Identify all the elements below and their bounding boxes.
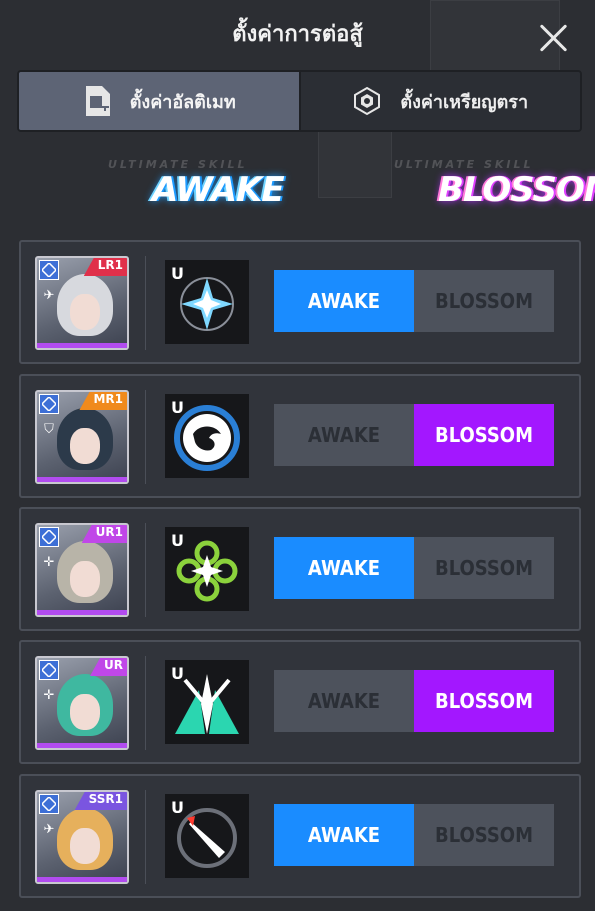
crosshair-icon: ✛ xyxy=(43,555,55,570)
clover-star-icon: U xyxy=(165,527,249,611)
element-icon xyxy=(39,794,59,814)
tab-badge-settings[interactable]: ตั้งค่าเหรียญตรา xyxy=(298,72,580,130)
character-row: MR1 ⛉ U AWAKE BLOSSOM xyxy=(19,374,581,498)
sim-card-plus-icon xyxy=(82,86,112,116)
blossom-button[interactable]: BLOSSOM xyxy=(414,804,554,866)
divider xyxy=(145,790,146,884)
character-portrait[interactable]: MR1 ⛉ xyxy=(35,390,129,484)
rarity-bar xyxy=(37,477,127,482)
rarity-bar xyxy=(37,877,127,882)
awake-button[interactable]: AWAKE xyxy=(274,270,414,332)
portrait-face xyxy=(70,428,100,464)
character-portrait[interactable]: LR1 ✈ xyxy=(35,256,129,350)
tab-ultimate-settings[interactable]: ตั้งค่าอัลติเมท xyxy=(19,72,299,130)
rank-badge: UR xyxy=(90,658,127,676)
rank-badge: SSR1 xyxy=(74,792,127,810)
rarity-bar xyxy=(37,743,127,748)
blossom-logo: BLOSSOM xyxy=(438,170,595,210)
portrait-face xyxy=(70,561,100,597)
blossom-button[interactable]: BLOSSOM xyxy=(414,270,554,332)
awake-button[interactable]: AWAKE xyxy=(274,670,414,732)
element-icon xyxy=(39,660,59,680)
tab-bar: ตั้งค่าอัลติเมท ตั้งค่าเหรียญตรา xyxy=(17,70,582,132)
plane-icon: ✈ xyxy=(43,822,55,837)
ultimate-mark: U xyxy=(171,664,184,683)
hexagon-badge-icon xyxy=(352,86,382,116)
tab-label: ตั้งค่าอัลติเมท xyxy=(129,91,236,113)
dragon-icon: U xyxy=(165,394,249,478)
portrait-face xyxy=(70,294,100,330)
rarity-bar xyxy=(37,343,127,348)
divider xyxy=(145,256,146,350)
plane-icon: ✈ xyxy=(43,288,55,303)
portrait-face xyxy=(70,694,100,730)
ultimate-mark: U xyxy=(171,264,184,283)
rank-badge: MR1 xyxy=(79,392,127,410)
awake-button[interactable]: AWAKE xyxy=(274,404,414,466)
ultimate-mark: U xyxy=(171,398,184,417)
character-row: LR1 ✈ U AWAKE BLOSSOM xyxy=(19,240,581,364)
missile-target-icon: U xyxy=(165,794,249,878)
character-row: UR ✛ U AWAKE BLOSSOM xyxy=(19,640,581,764)
rank-badge: UR1 xyxy=(81,525,127,543)
blossom-button[interactable]: BLOSSOM xyxy=(414,537,554,599)
portrait-face xyxy=(70,828,100,864)
awake-logo: AWAKE xyxy=(152,170,285,210)
character-portrait[interactable]: SSR1 ✈ xyxy=(35,790,129,884)
divider xyxy=(145,390,146,484)
element-icon xyxy=(39,527,59,547)
element-icon xyxy=(39,260,59,280)
tab-label: ตั้งค่าเหรียญตรา xyxy=(400,91,529,113)
awake-button[interactable]: AWAKE xyxy=(274,804,414,866)
ultimate-mark: U xyxy=(171,531,184,550)
shield-icon: ⛉ xyxy=(44,422,54,437)
awake-button[interactable]: AWAKE xyxy=(274,537,414,599)
divider xyxy=(145,656,146,750)
rarity-bar xyxy=(37,610,127,615)
blossom-button[interactable]: BLOSSOM xyxy=(414,404,554,466)
close-button[interactable] xyxy=(536,20,570,54)
background-panel xyxy=(318,124,392,198)
star-burst-icon: U xyxy=(165,260,249,344)
character-portrait[interactable]: UR ✛ xyxy=(35,656,129,750)
burst-icon: U xyxy=(165,660,249,744)
character-row: SSR1 ✈ U AWAKE BLOSSOM xyxy=(19,774,581,898)
crosshair-icon: ✛ xyxy=(43,688,55,703)
page-title: ตั้งค่าการต่อสู้ xyxy=(232,22,363,47)
element-icon xyxy=(39,394,59,414)
character-row: UR1 ✛ U AWAKE BLOSSOM xyxy=(19,507,581,631)
divider xyxy=(145,523,146,617)
ultimate-mark: U xyxy=(171,798,184,817)
rank-badge: LR1 xyxy=(83,258,127,276)
character-portrait[interactable]: UR1 ✛ xyxy=(35,523,129,617)
blossom-button[interactable]: BLOSSOM xyxy=(414,670,554,732)
